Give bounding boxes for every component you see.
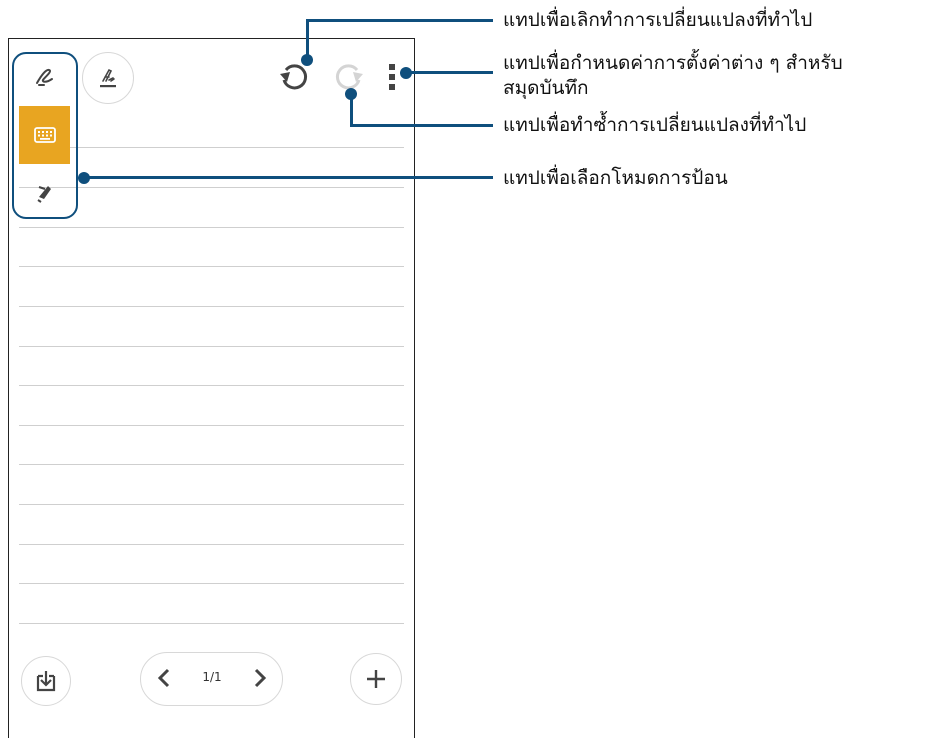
ruled-line <box>19 266 404 267</box>
pen-style-button[interactable] <box>82 52 134 104</box>
settings-callout-text-line1: แทปเพื่อกำหนดค่าการตั้งค่าต่าง ๆ สำหรับ <box>503 52 843 74</box>
ruled-line <box>19 583 404 584</box>
handwriting-icon <box>35 68 53 86</box>
more-vertical-icon <box>389 64 395 90</box>
import-page-button[interactable] <box>21 656 71 706</box>
next-page-button[interactable] <box>246 663 274 693</box>
settings-callout-dot <box>400 67 412 79</box>
ruled-line <box>19 306 404 307</box>
ruled-line <box>19 544 404 545</box>
settings-callout-text-line2: สมุดบันทึก <box>503 77 589 99</box>
import-page-icon <box>36 671 56 692</box>
ruled-line <box>19 425 404 426</box>
redo-callout-dot <box>345 88 357 100</box>
add-page-button[interactable] <box>350 653 402 705</box>
redo-callout-line <box>350 124 493 127</box>
ruled-line <box>19 623 404 624</box>
pen-style-icon <box>100 68 116 88</box>
chevron-right-icon <box>254 668 267 688</box>
ruled-line <box>19 385 404 386</box>
more-options-button[interactable] <box>384 62 400 92</box>
input-mode-callout-text: แทปเพื่อเลือกโหมดการป้อน <box>503 167 728 189</box>
page-indicator: 1/1 <box>202 670 222 684</box>
settings-callout-line <box>405 71 493 74</box>
previous-page-button[interactable] <box>150 663 178 693</box>
chevron-left-icon <box>157 668 170 688</box>
highlighter-icon <box>36 186 51 203</box>
input-mode-callout-dot <box>78 172 90 184</box>
plus-icon <box>367 670 385 688</box>
ruled-line <box>19 464 404 465</box>
undo-callout-line <box>306 19 493 22</box>
pen-mode-button[interactable] <box>19 170 70 214</box>
ruled-line <box>19 227 404 228</box>
keyboard-icon <box>33 127 56 143</box>
handwriting-mode-button[interactable] <box>19 54 70 100</box>
undo-callout-text: แทปเพื่อเลิกทำการเปลี่ยนแปลงที่ทำไป <box>503 9 813 31</box>
input-mode-callout-line <box>82 176 493 179</box>
undo-callout-connector <box>306 19 309 59</box>
ruled-line <box>19 504 404 505</box>
keyboard-mode-button[interactable] <box>19 106 70 164</box>
ruled-line <box>19 346 404 347</box>
redo-callout-text: แทปเพื่อทำซ้ำการเปลี่ยนแปลงที่ทำไป <box>503 114 807 136</box>
undo-callout-dot <box>301 54 313 66</box>
